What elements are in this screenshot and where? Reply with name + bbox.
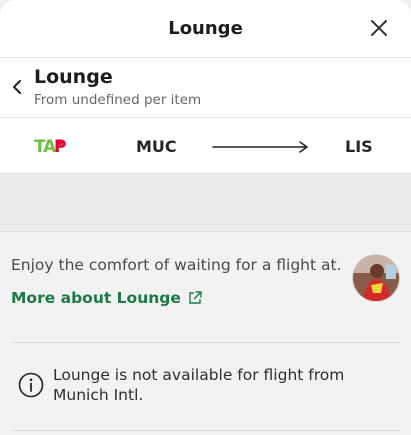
flight-route: T A P MUC LIS <box>0 118 411 174</box>
subheader-title: Lounge <box>34 66 113 88</box>
spacer-band <box>0 174 411 232</box>
info-icon <box>18 372 44 398</box>
divider <box>11 430 400 431</box>
notice-text: Lounge is not available for flight from … <box>53 366 345 404</box>
divider <box>11 342 400 343</box>
lounge-photo <box>352 254 400 302</box>
modal-title: Lounge <box>168 18 243 39</box>
destination-airport: LIS <box>345 137 373 156</box>
svg-text:P: P <box>54 137 66 156</box>
modal-header: Lounge <box>0 0 411 58</box>
price-caption: From undefined per item <box>34 92 202 108</box>
availability-notice: Lounge is not available for flight from … <box>11 350 400 426</box>
close-button[interactable] <box>367 16 391 40</box>
lounge-info: Enjoy the comfort of waiting for a fligh… <box>0 232 411 435</box>
tap-airline-logo: T A P <box>34 137 66 156</box>
arrow-right-icon <box>212 141 308 153</box>
back-button[interactable] <box>8 76 28 98</box>
origin-airport: MUC <box>136 137 177 156</box>
close-icon <box>371 20 387 36</box>
more-about-lounge-label: More about Lounge <box>11 289 181 307</box>
lounge-modal: Lounge Lounge From undefined per item T … <box>0 0 411 435</box>
lounge-subheader: Lounge From undefined per item <box>0 58 411 118</box>
external-link-icon <box>189 291 202 304</box>
more-about-lounge-link[interactable]: More about Lounge <box>11 289 202 307</box>
lounge-intro-text: Enjoy the comfort of waiting for a fligh… <box>11 256 342 274</box>
chevron-left-icon <box>13 80 21 94</box>
